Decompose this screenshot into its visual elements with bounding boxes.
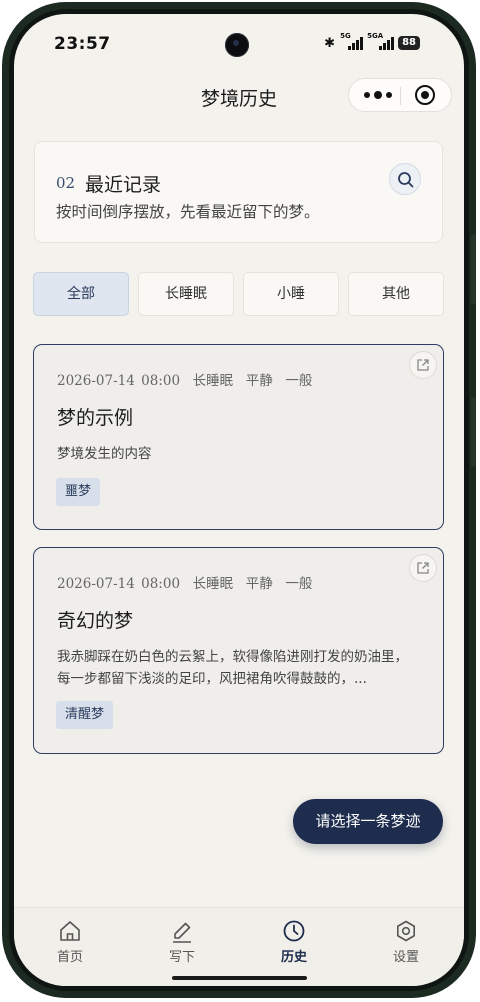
- select-dream-button[interactable]: 请选择一条梦迹: [293, 799, 443, 844]
- recent-records-card: 02 最近记录 按时间倒序摆放，先看最近留下的梦。: [34, 141, 443, 243]
- open-dream-button[interactable]: [409, 554, 437, 582]
- external-link-icon: [417, 359, 429, 371]
- signal-5g-icon: 5G: [340, 32, 364, 50]
- bluetooth-icon: ✱: [324, 35, 336, 51]
- section-number: 02: [56, 174, 76, 192]
- dream-clarity: 一般: [285, 576, 313, 592]
- tab-home[interactable]: 首页: [14, 908, 126, 968]
- dream-meta: 2026-07-14 08:00 长睡眠 平静 一般: [57, 369, 312, 389]
- tab-settings[interactable]: 设置: [350, 908, 462, 968]
- front-camera: [225, 33, 249, 57]
- filter-bar: 全部 长睡眠 小睡 其他: [33, 272, 444, 316]
- filter-nap[interactable]: 小睡: [243, 272, 339, 316]
- home-icon: [60, 921, 80, 941]
- pen-icon: [173, 922, 191, 943]
- miniprogram-capsule: [348, 78, 452, 112]
- signal-5g-label: 5G: [340, 32, 351, 40]
- dream-card[interactable]: 2026-07-14 08:00 长睡眠 平静 一般 奇幻的梦 我赤脚踩在奶白色…: [33, 547, 444, 754]
- battery-indicator: 88: [398, 36, 420, 50]
- status-bar: 23:57 ✱ 5G 5GA 88: [14, 14, 464, 64]
- dream-tag: 噩梦: [56, 478, 101, 506]
- signal-5ga-icon: 5GA: [367, 32, 395, 50]
- dream-date: 2026-07-14 08:00: [57, 576, 181, 592]
- dream-tag: 清醒梦: [56, 701, 114, 729]
- filter-long-sleep[interactable]: 长睡眠: [138, 272, 234, 316]
- search-icon: [398, 172, 414, 188]
- tab-history[interactable]: 历史: [238, 908, 350, 968]
- signal-5ga-label: 5GA: [367, 32, 384, 40]
- external-link-icon: [417, 562, 429, 574]
- dream-date: 2026-07-14 08:00: [57, 373, 181, 389]
- section-subtitle: 按时间倒序摆放，先看最近留下的梦。: [56, 203, 320, 221]
- dream-title: 梦的示例: [57, 407, 134, 429]
- tab-write[interactable]: 写下: [126, 908, 238, 968]
- dream-sleep-type: 长睡眠: [192, 576, 234, 592]
- open-dream-button[interactable]: [409, 351, 437, 379]
- capsule-divider: [400, 87, 401, 105]
- navigation-bar: 梦境历史: [14, 76, 464, 116]
- filter-other[interactable]: 其他: [348, 272, 444, 316]
- status-icons: ✱ 5G 5GA 88: [324, 32, 420, 51]
- tab-home-label: 首页: [56, 950, 83, 965]
- home-indicator: [172, 976, 307, 980]
- more-icon[interactable]: [363, 89, 393, 101]
- dream-sleep-type: 长睡眠: [192, 373, 234, 389]
- dream-content: 我赤脚踩在奶白色的云絮上，软得像陷进刚打发的奶油里，每一步都留下浅淡的足印，风把…: [57, 649, 408, 687]
- section-title: 最近记录: [85, 174, 162, 196]
- dream-mood: 平静: [245, 373, 273, 389]
- tab-settings-label: 设置: [392, 950, 419, 965]
- dream-clarity: 一般: [285, 373, 313, 389]
- filter-all[interactable]: 全部: [33, 272, 129, 316]
- search-button[interactable]: [389, 163, 421, 195]
- close-miniprogram-icon[interactable]: [415, 85, 435, 105]
- dream-title: 奇幻的梦: [57, 610, 134, 632]
- tab-history-label: 历史: [280, 950, 307, 965]
- status-time: 23:57: [54, 34, 111, 54]
- dream-meta: 2026-07-14 08:00 长睡眠 平静 一般: [57, 572, 312, 592]
- clock-icon: [283, 920, 305, 942]
- tab-write-label: 写下: [168, 950, 195, 965]
- gear-icon: [397, 920, 415, 942]
- volume-button: [471, 234, 476, 304]
- dream-card[interactable]: 2026-07-14 08:00 长睡眠 平静 一般 梦的示例 梦境发生的内容 …: [33, 344, 444, 530]
- tab-bar: 首页 写下 历史 设置: [14, 907, 464, 986]
- screen: 23:57 ✱ 5G 5GA 88 梦境历史 02 最近记录 按时间倒序摆放，先…: [14, 14, 464, 986]
- dream-content: 梦境发生的内容: [57, 446, 152, 462]
- dream-mood: 平静: [245, 576, 273, 592]
- power-button: [471, 397, 476, 467]
